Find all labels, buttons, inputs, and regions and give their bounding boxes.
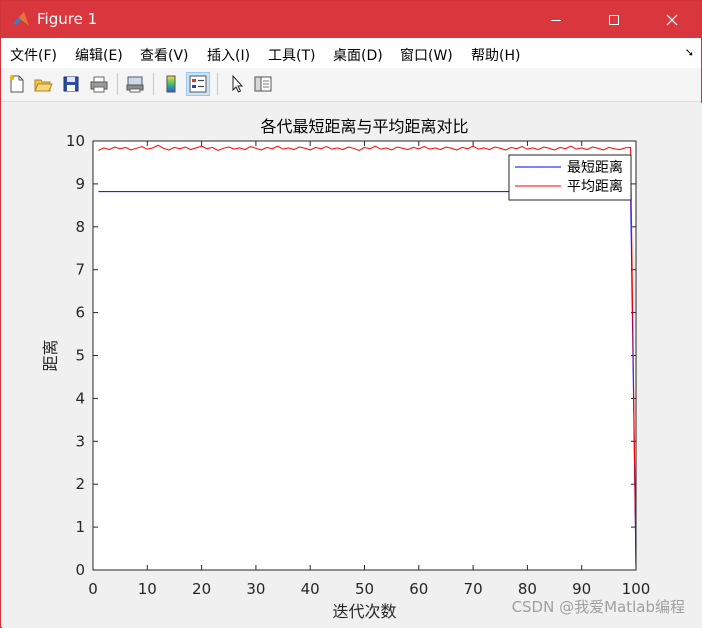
menu-window[interactable]: 窗口(W) bbox=[400, 45, 453, 65]
colorbar-button[interactable] bbox=[159, 72, 183, 96]
menu-insert[interactable]: 插入(I) bbox=[207, 45, 250, 65]
toolbar-separator bbox=[117, 73, 118, 95]
legend-entry: 平均距离 bbox=[567, 178, 623, 195]
toolbar-separator bbox=[217, 73, 218, 95]
x-tick-label: 70 bbox=[464, 580, 483, 598]
print-icon bbox=[90, 76, 108, 93]
new-figure-icon bbox=[9, 75, 24, 93]
menu-help[interactable]: 帮助(H) bbox=[471, 45, 520, 65]
line-chart: 0123456789100 10 20 30 40 50 60 70 80 90 100各代最短距离… bbox=[41, 117, 650, 621]
x-tick-label: 30 bbox=[246, 580, 265, 598]
legend-entry: 最短距离 bbox=[567, 159, 623, 176]
x-tick-label: 20 bbox=[192, 580, 211, 598]
y-tick-label: 9 bbox=[75, 175, 85, 193]
y-tick-label: 10 bbox=[66, 132, 85, 150]
minimize-icon bbox=[551, 19, 561, 21]
x-tick-label: 60 bbox=[409, 580, 428, 598]
menu-bar: 文件(F) 编辑(E) 查看(V) 插入(I) 工具(T) 桌面(D) 窗口(W… bbox=[1, 38, 701, 68]
minimize-button[interactable] bbox=[533, 1, 579, 38]
menu-desktop[interactable]: 桌面(D) bbox=[333, 45, 383, 65]
watermark: CSDN @我爱Matlab编程 bbox=[511, 598, 685, 616]
open-file-icon bbox=[34, 79, 53, 92]
open-file-button[interactable] bbox=[31, 72, 55, 96]
menu-edit[interactable]: 编辑(E) bbox=[75, 45, 123, 65]
y-tick-label: 8 bbox=[75, 218, 85, 236]
x-axis-label: 迭代次数 bbox=[332, 602, 396, 621]
menu-file[interactable]: 文件(F) bbox=[10, 45, 57, 65]
property-inspector-icon bbox=[254, 76, 272, 92]
save-button[interactable] bbox=[59, 72, 83, 96]
menu-view[interactable]: 查看(V) bbox=[140, 45, 189, 65]
print-preview-icon bbox=[126, 76, 144, 93]
y-tick-label: 5 bbox=[75, 347, 85, 365]
figure-window: Figure 1 文件(F) 编辑(E) 查看(V) 插入(I) 工具(T) 桌… bbox=[0, 0, 702, 628]
matlab-logo-icon bbox=[12, 11, 30, 29]
toolbar-separator bbox=[153, 73, 154, 95]
title-bar[interactable]: Figure 1 bbox=[1, 1, 701, 38]
x-tick-label: 0 bbox=[88, 580, 98, 598]
figure-canvas[interactable]: 0 1 2 3 4 5 6 7 8 9 10 0 10 20 30 40 50 60 70 80 90 100 各代最短距离… bbox=[2, 103, 702, 628]
plot-area bbox=[93, 141, 636, 570]
y-axis-label: 距离 bbox=[41, 339, 60, 371]
window-title: Figure 1 bbox=[37, 10, 98, 28]
legend-icon bbox=[189, 75, 207, 93]
x-tick-label: 50 bbox=[355, 580, 374, 598]
y-tick-label: 7 bbox=[75, 261, 85, 279]
close-icon bbox=[666, 14, 678, 25]
y-tick-label: 6 bbox=[75, 304, 85, 322]
print-preview-button[interactable] bbox=[123, 72, 147, 96]
print-button[interactable] bbox=[87, 72, 111, 96]
chart-title: 各代最短距离与平均距离对比 bbox=[260, 117, 468, 136]
pointer-icon bbox=[232, 74, 244, 93]
y-tick-label: 3 bbox=[75, 432, 85, 450]
y-tick-label: 1 bbox=[75, 518, 85, 536]
new-figure-button[interactable] bbox=[5, 72, 29, 96]
x-tick-label: 10 bbox=[138, 580, 157, 598]
pointer-button[interactable] bbox=[225, 72, 249, 96]
colorbar-icon bbox=[166, 75, 176, 93]
menu-overflow-icon[interactable]: ➘ bbox=[685, 46, 694, 59]
save-icon bbox=[63, 76, 79, 92]
close-button[interactable] bbox=[649, 1, 695, 38]
maximize-button[interactable] bbox=[591, 1, 637, 38]
menu-tools[interactable]: 工具(T) bbox=[268, 45, 315, 65]
y-tick-label: 0 bbox=[75, 561, 85, 579]
y-tick-label: 4 bbox=[75, 389, 85, 407]
x-tick-label: 40 bbox=[301, 580, 320, 598]
property-inspector-button[interactable] bbox=[251, 72, 275, 96]
maximize-icon bbox=[609, 14, 619, 25]
toolbar bbox=[1, 68, 701, 102]
y-tick-label: 2 bbox=[75, 475, 85, 493]
legend-button[interactable] bbox=[186, 72, 210, 96]
